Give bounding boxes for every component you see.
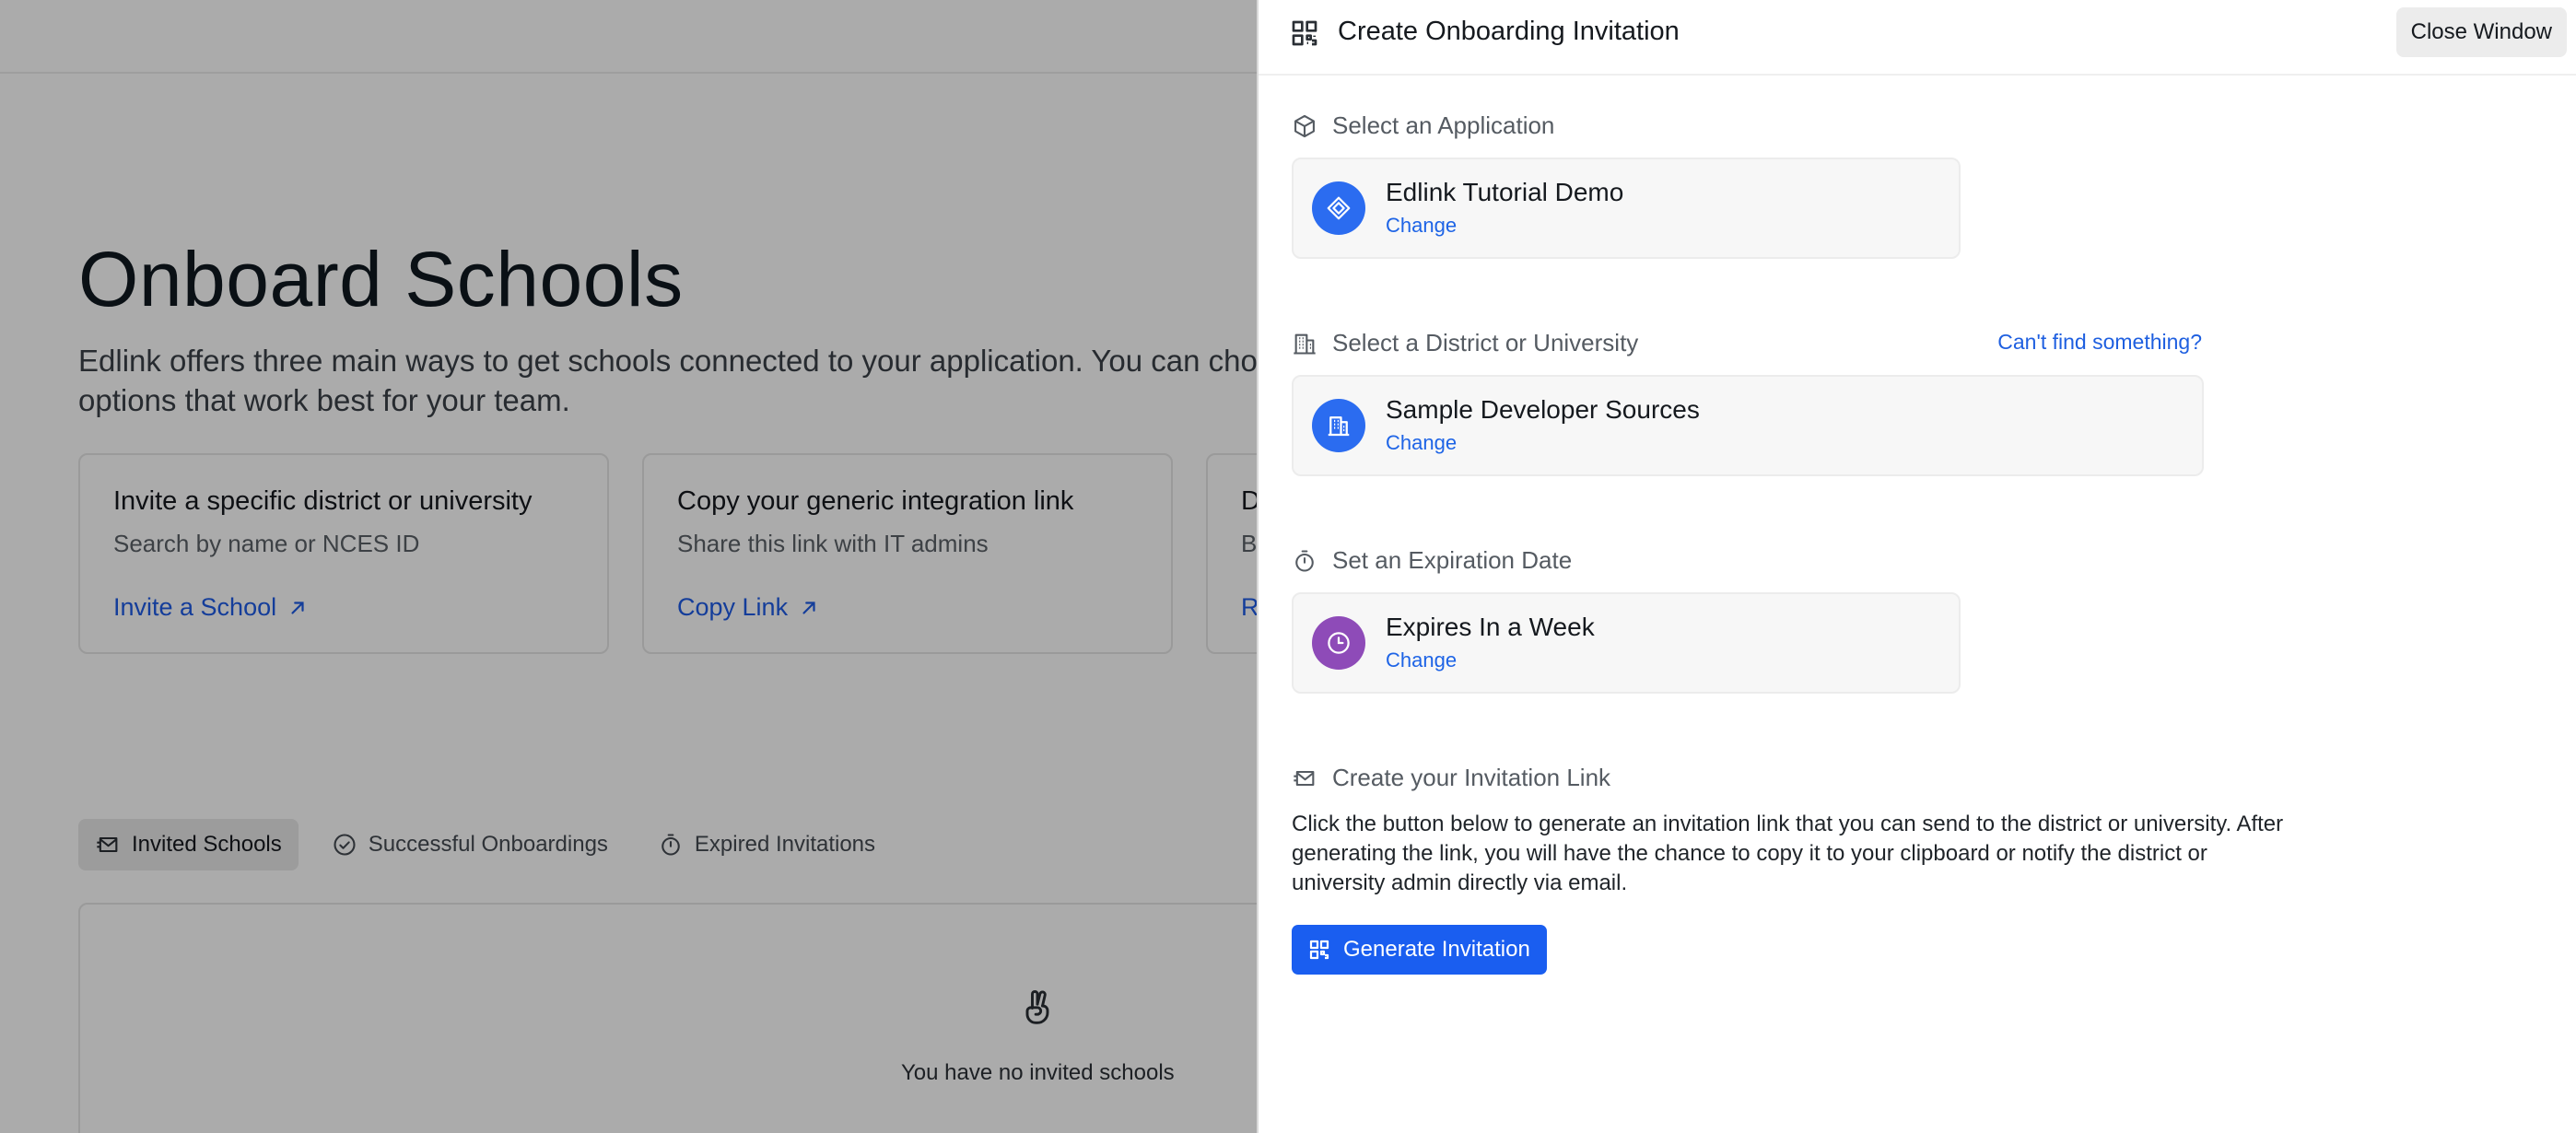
application-section-label: Select an Application	[1292, 111, 1554, 140]
selected-district-card: Sample Developer Sources Change	[1292, 375, 2204, 476]
district-section-label: Select a District or University	[1292, 329, 1638, 357]
onboarding-invitation-drawer: Create Onboarding Invitation Close Windo…	[1257, 0, 2576, 1133]
qr-grid-icon	[1309, 940, 1329, 960]
selected-expiration-name: Expires In a Week	[1386, 613, 1595, 641]
district-avatar	[1312, 399, 1365, 452]
building-icon	[1294, 333, 1316, 355]
generate-invitation-button[interactable]: Generate Invitation	[1292, 925, 1547, 975]
expiration-section-label: Set an Expiration Date	[1292, 546, 1572, 575]
generate-invitation-label: Generate Invitation	[1343, 937, 1530, 962]
selected-expiration-card: Expires In a Week Change	[1292, 592, 1961, 694]
qr-grid-icon	[1292, 20, 1317, 46]
envelope-icon	[1294, 770, 1315, 786]
change-application-link[interactable]: Change	[1386, 214, 1457, 238]
diamond-logo-icon	[1327, 196, 1351, 220]
close-window-button[interactable]: Close Window	[2395, 7, 2567, 57]
change-district-link[interactable]: Change	[1386, 431, 1457, 455]
invitation-section-label: Create your Invitation Link	[1292, 764, 1610, 792]
section-label-text: Select a District or University	[1332, 329, 1639, 356]
cant-find-something-link[interactable]: Can't find something?	[1997, 330, 2202, 355]
selected-district-name: Sample Developer Sources	[1386, 395, 1700, 424]
invitation-help-text: Click the button below to generate an in…	[1292, 812, 2284, 895]
expiration-avatar	[1312, 616, 1365, 670]
building-icon	[1328, 416, 1350, 437]
stopwatch-icon	[1295, 549, 1314, 572]
modal-overlay[interactable]	[0, 0, 1257, 1133]
clock-icon	[1328, 632, 1350, 654]
change-expiration-link[interactable]: Change	[1386, 648, 1457, 672]
selected-application-card: Edlink Tutorial Demo Change	[1292, 158, 1961, 259]
cube-icon	[1294, 114, 1315, 137]
section-label-text: Create your Invitation Link	[1332, 764, 1611, 791]
section-label-text: Select an Application	[1332, 111, 1555, 139]
drawer-header: Create Onboarding Invitation Close Windo…	[1259, 0, 2576, 76]
section-label-text: Set an Expiration Date	[1332, 546, 1573, 574]
application-avatar	[1312, 181, 1365, 235]
drawer-title: Create Onboarding Invitation	[1338, 17, 1680, 46]
selected-application-name: Edlink Tutorial Demo	[1386, 178, 1624, 206]
